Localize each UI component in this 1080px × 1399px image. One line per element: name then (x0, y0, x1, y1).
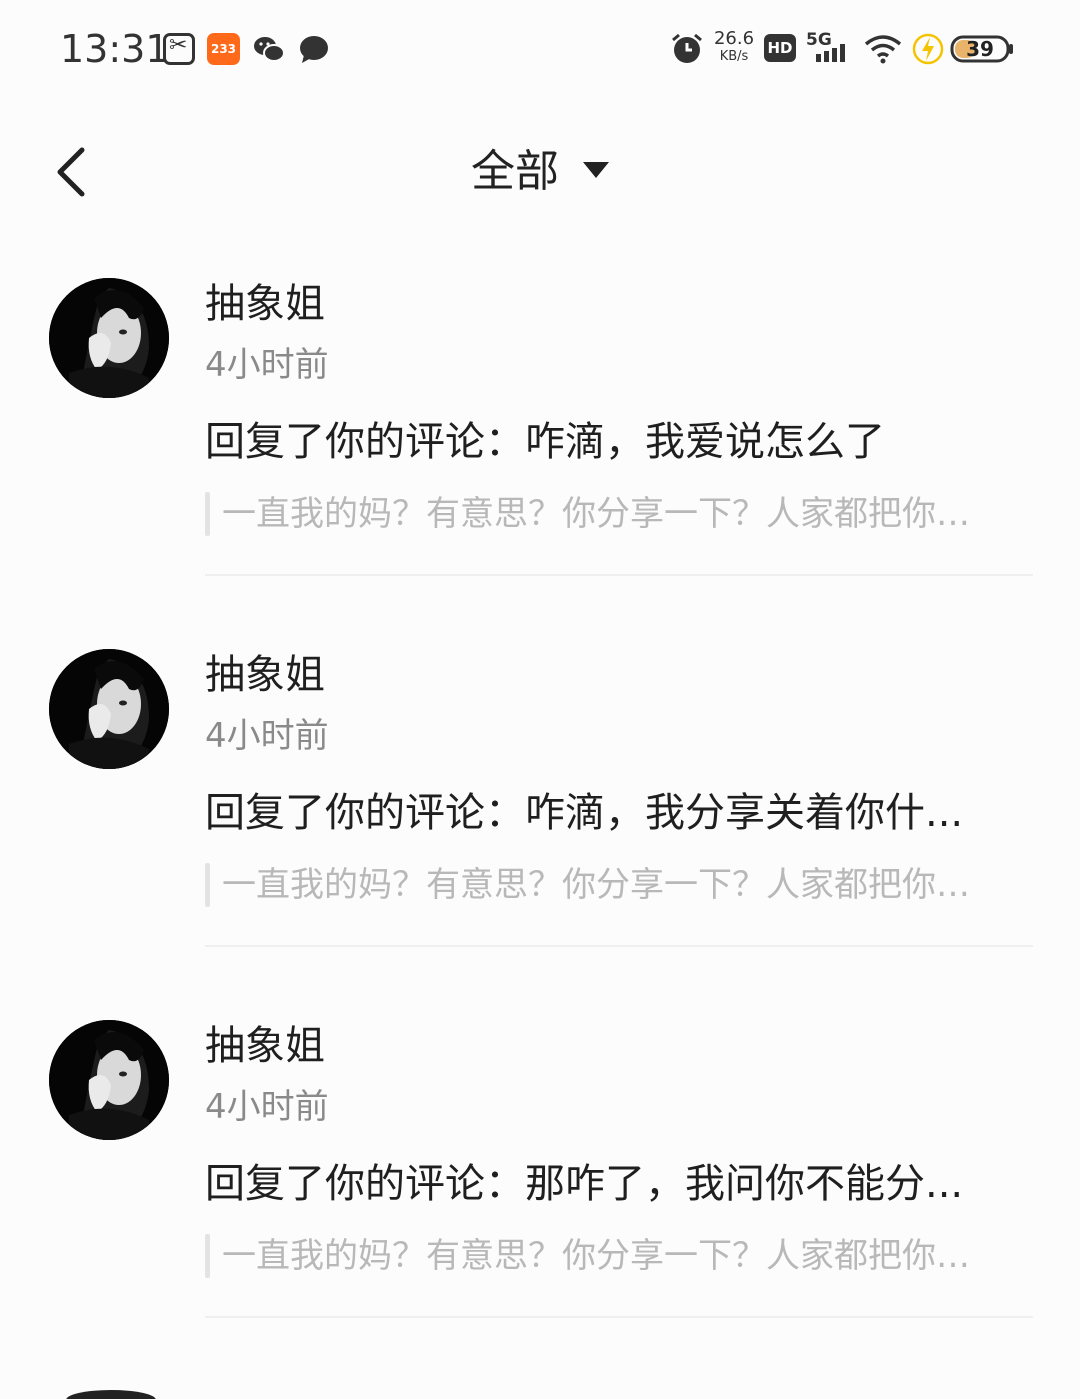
page-title: 全部 (471, 146, 559, 197)
status-bar: 13:31 233 26.6 (0, 0, 1080, 100)
quote-bar (205, 492, 210, 536)
notifications-screen: 13:31 233 26.6 (0, 0, 1080, 1399)
username[interactable]: 抽象姐 (205, 278, 325, 330)
hd-icon: HD (764, 34, 796, 62)
list-item[interactable]: 抽象姐 4小时前 回复了你的评论：咋滴，我分享关着你什... 一直我的妈？有意思… (0, 649, 1080, 1020)
avatar[interactable] (49, 649, 169, 769)
net-speed: 26.6 KB/s (713, 30, 755, 74)
list-item[interactable]: 抽象姐 4小时前 回复了你的评论：那咋了，我问你不能分... 一直我的妈？有意思… (0, 1020, 1080, 1391)
quote-bar (205, 1234, 210, 1278)
quoted-comment[interactable]: 一直我的妈？有意思？你分享一下？人家都把你… (205, 490, 1035, 538)
net-speed-unit: KB/s (719, 49, 749, 64)
avatar[interactable] (49, 1020, 169, 1140)
net-speed-value: 26.6 (713, 28, 755, 49)
alarm-icon (670, 32, 704, 76)
battery-icon: 39 (950, 34, 1014, 64)
quoted-comment[interactable]: 一直我的妈？有意思？你分享一下？人家都把你… (205, 861, 1035, 909)
avatar[interactable] (49, 278, 169, 398)
reply-text[interactable]: 回复了你的评论：咋滴，我爱说怎么了 (205, 414, 885, 470)
timestamp: 4小时前 (205, 345, 329, 385)
scissors-app-icon (163, 33, 195, 65)
divider (205, 574, 1033, 576)
caret-down-icon (583, 162, 609, 178)
quote-text: 一直我的妈？有意思？你分享一下？人家都把你… (222, 1236, 970, 1276)
wechat-icon (253, 33, 285, 65)
filter-dropdown[interactable]: 全部 (0, 140, 1080, 204)
message-icon (298, 33, 330, 65)
quote-text: 一直我的妈？有意思？你分享一下？人家都把你… (222, 865, 970, 905)
reply-text[interactable]: 回复了你的评论：咋滴，我分享关着你什... (205, 785, 963, 841)
reply-text[interactable]: 回复了你的评论：那咋了，我问你不能分... (205, 1156, 963, 1212)
divider (205, 1316, 1033, 1318)
charging-icon (912, 32, 944, 76)
app-233-icon: 233 (207, 33, 240, 65)
signal-icon: 5G (806, 30, 854, 74)
quoted-comment[interactable]: 一直我的妈？有意思？你分享一下？人家都把你… (205, 1232, 1035, 1280)
avatar[interactable] (66, 1390, 156, 1399)
quote-bar (205, 863, 210, 907)
timestamp: 4小时前 (205, 716, 329, 756)
quote-text: 一直我的妈？有意思？你分享一下？人家都把你… (222, 494, 970, 534)
battery-level: 39 (966, 37, 994, 61)
username[interactable]: 抽象姐 (205, 1020, 325, 1072)
timestamp: 4小时前 (205, 1087, 329, 1127)
wifi-icon (864, 34, 902, 78)
username[interactable]: 抽象姐 (205, 649, 325, 701)
divider (205, 945, 1033, 947)
status-time: 13:31 (60, 27, 170, 71)
list-item[interactable]: 抽象姐 4小时前 回复了你的评论：咋滴，我爱说怎么了 一直我的妈？有意思？你分享… (0, 278, 1080, 649)
